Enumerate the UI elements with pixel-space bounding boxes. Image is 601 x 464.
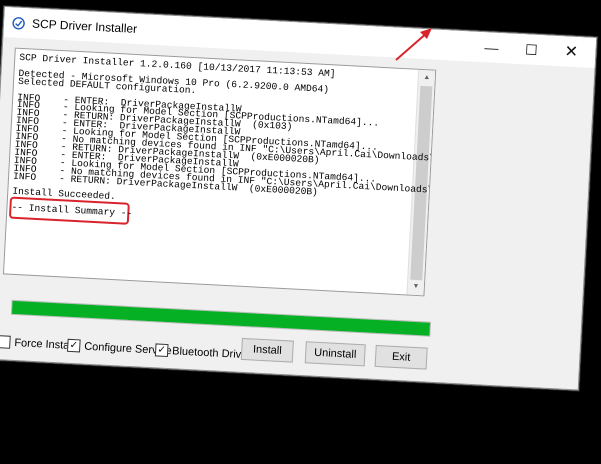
bluetooth-driver-box[interactable]: ✓ xyxy=(154,343,169,358)
install-button[interactable]: Install xyxy=(240,337,294,363)
close-button[interactable]: ✕ xyxy=(551,36,593,68)
scroll-down-icon[interactable]: ▼ xyxy=(407,279,424,296)
scroll-up-icon[interactable]: ▲ xyxy=(418,70,435,87)
force-install-checkbox[interactable]: Force Install xyxy=(0,335,75,352)
install-progress-bar xyxy=(10,299,432,337)
bluetooth-driver-checkbox[interactable]: ✓ Bluetooth Driver xyxy=(154,343,252,361)
uninstall-button[interactable]: Uninstall xyxy=(304,341,366,367)
window-title: SCP Driver Installer xyxy=(31,16,138,36)
progress-fill xyxy=(11,300,431,336)
exit-button[interactable]: Exit xyxy=(374,344,428,370)
force-install-label: Force Install xyxy=(14,336,75,352)
app-icon xyxy=(12,17,25,30)
configure-service-box[interactable]: ✓ xyxy=(66,338,81,353)
installer-window: SCP Driver Installer — ☐ ✕ ▲ ▼ SCP Drive… xyxy=(0,6,598,391)
maximize-button[interactable]: ☐ xyxy=(511,34,553,66)
log-output[interactable]: ▲ ▼ SCP Driver Installer 1.2.0.160 [10/1… xyxy=(2,47,437,297)
minimize-button[interactable]: — xyxy=(471,32,513,64)
force-install-box[interactable] xyxy=(0,335,11,349)
bluetooth-driver-label: Bluetooth Driver xyxy=(171,344,252,361)
annotation-arrow-icon xyxy=(395,28,432,61)
